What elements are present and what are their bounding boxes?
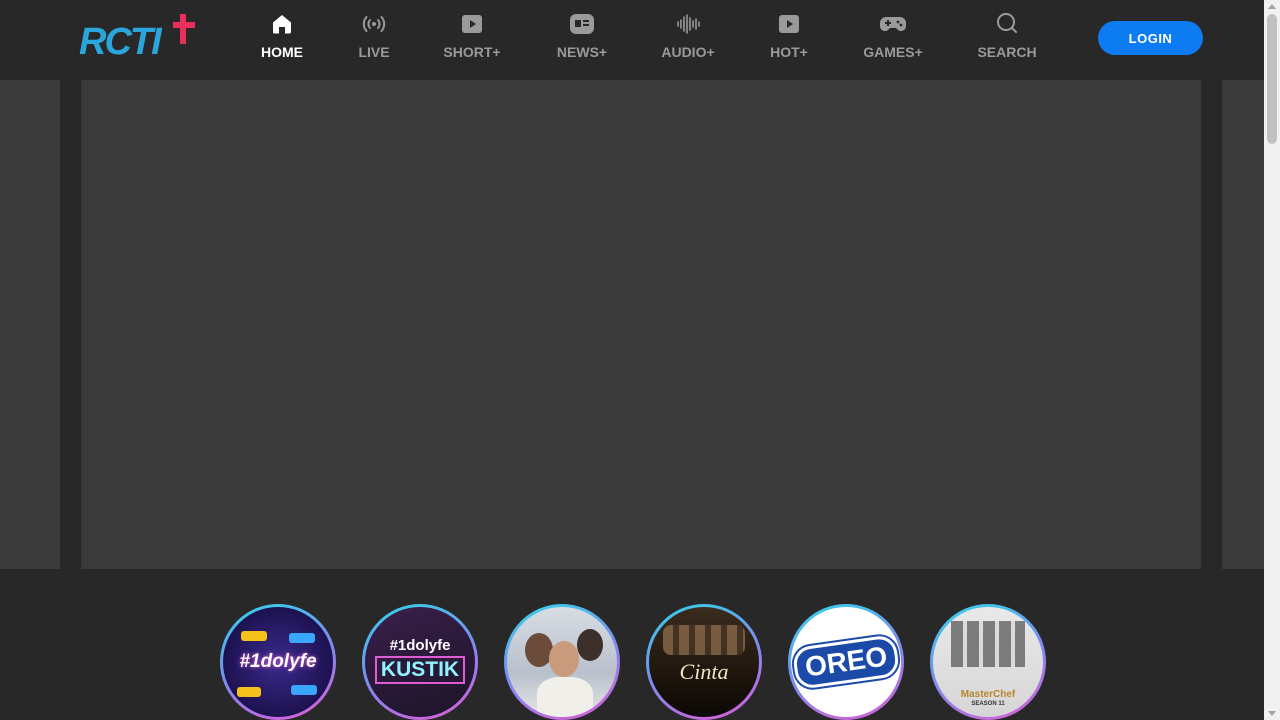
nav-item-search[interactable]: SEARCH [974,10,1040,70]
banner-previous-slide[interactable] [0,80,60,569]
story-item[interactable]: #1dolyfe [220,604,336,720]
story-title: Cinta [679,659,729,684]
login-button[interactable]: LOGIN [1098,21,1203,55]
svg-text:RCTI: RCTI [79,21,163,58]
story-title: MasterChef [960,689,1016,700]
video-play-icon [775,10,803,38]
idolyfe-kustik-thumbnail: #1dolyfe KUSTIK [365,607,475,717]
nav-label: NEWS+ [556,44,608,60]
idolyfe-thumbnail: #1dolyfe [223,607,333,717]
nav-item-hot-plus[interactable]: HOT+ [766,10,812,70]
gamepad-icon [879,10,907,38]
nav-item-audio-plus[interactable]: AUDIO+ [657,10,719,70]
story-item[interactable]: OREO [788,604,904,720]
stories-row: #1dolyfe #1dolyfe KUSTIK Cinta OREO Mast… [0,569,1264,720]
video-play-icon [458,10,486,38]
nav-item-news-plus[interactable]: NEWS+ [552,10,612,70]
story-item[interactable] [504,604,620,720]
banner-next-slide[interactable] [1222,80,1264,569]
scroll-up-arrow-icon[interactable] [1268,4,1276,9]
nav-label: AUDIO+ [661,44,715,60]
ikatan-cinta-thumbnail: Cinta [649,607,759,717]
story-item[interactable]: #1dolyfe KUSTIK [362,604,478,720]
page-scrollbar[interactable] [1264,0,1280,720]
search-icon [993,10,1021,38]
nav-label: SHORT+ [443,44,501,60]
nav-label: HOT+ [770,44,808,60]
broadcast-icon [360,10,388,38]
scroll-thumb[interactable] [1267,14,1277,144]
story-title: OREO [791,633,901,691]
story-subtitle: KUSTIK [374,655,466,684]
nav-item-home[interactable]: HOME [257,10,307,70]
nav-item-short-plus[interactable]: SHORT+ [440,10,504,70]
hero-banner[interactable] [81,80,1201,569]
nav-label: GAMES+ [863,44,923,60]
drama-couple-thumbnail [507,607,617,717]
nav-label: SEARCH [977,44,1037,60]
newspaper-icon [568,10,596,38]
story-item[interactable]: Cinta [646,604,762,720]
nav-label: HOME [261,44,303,60]
page: RCTI HOME LIVE SHORT+ NEWS+ AUDIO+ HOT+ … [0,0,1280,720]
home-icon [268,10,296,38]
story-item[interactable]: MasterChef SEASON 11 [930,604,1046,720]
masterchef-thumbnail: MasterChef SEASON 11 [933,607,1043,717]
nav-label: LIVE [358,44,390,60]
scroll-down-arrow-icon[interactable] [1268,711,1276,716]
sound-wave-icon [674,10,702,38]
story-subtitle: SEASON 11 [971,701,1005,707]
story-title: #1dolyfe [389,636,451,654]
story-title: #1dolyfe [239,651,317,672]
nav-item-games-plus[interactable]: GAMES+ [860,10,926,70]
oreo-thumbnail: OREO [791,607,901,717]
rcti-plus-logo[interactable]: RCTI [79,12,199,63]
nav-item-live[interactable]: LIVE [349,10,399,70]
top-header: RCTI HOME LIVE SHORT+ NEWS+ AUDIO+ HOT+ … [0,0,1264,80]
